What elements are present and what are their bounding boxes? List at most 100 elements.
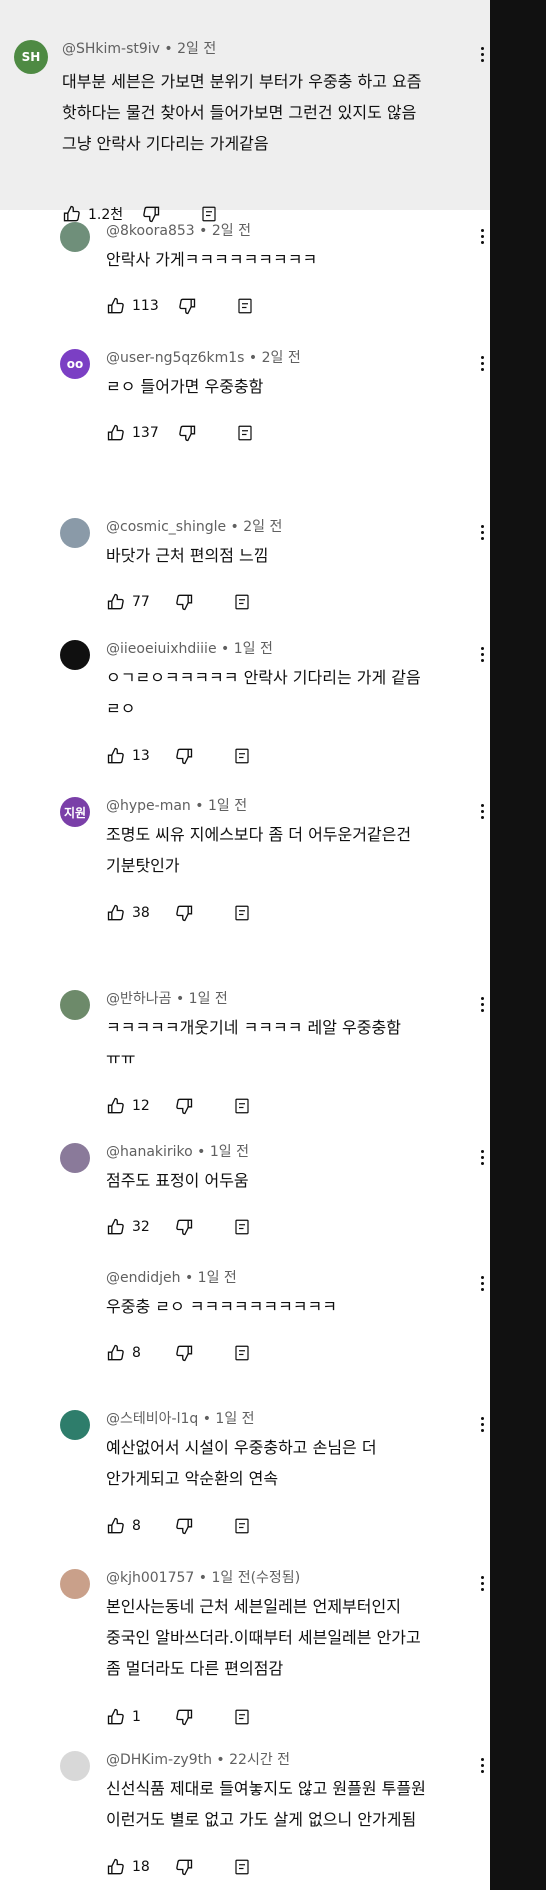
thumbs-down-icon[interactable] xyxy=(174,1857,194,1877)
avatar[interactable] xyxy=(60,222,90,252)
more-options-icon[interactable] xyxy=(472,799,492,823)
comment-text: 예산없어서 시설이 우중충하고 손님은 더안가게되고 악순환의 연속 xyxy=(106,1432,484,1494)
comment-text-line: 이런거도 별로 없고 가도 살게 없으니 안가게됨 xyxy=(106,1810,417,1829)
comment-text: 우중충 ㄹㅇ ㅋㅋㅋㅋㅋㅋㅋㅋㅋㅋ xyxy=(106,1291,484,1322)
comment-author-handle[interactable]: @kjh001757 • 1일 전(수정됨) xyxy=(106,1567,300,1587)
more-options-icon[interactable] xyxy=(472,520,492,544)
comment-author-handle[interactable]: @cosmic_shingle • 2일 전 xyxy=(106,516,282,536)
more-options-icon[interactable] xyxy=(472,42,492,66)
more-options-icon[interactable] xyxy=(472,1145,492,1169)
comment-author-handle[interactable]: @user-ng5qz6km1s • 2일 전 xyxy=(106,347,301,367)
thumbs-up-icon[interactable] xyxy=(106,903,126,923)
comment-actions: 18 xyxy=(106,1855,252,1879)
avatar[interactable] xyxy=(60,640,90,670)
thumbs-up-icon[interactable] xyxy=(106,1217,126,1237)
thumbs-down-icon[interactable] xyxy=(174,1707,194,1727)
comment-text-line: 신선식품 제대로 들여놓지도 않고 원플원 투플원 xyxy=(106,1779,426,1798)
comment-author-handle[interactable]: @endidjeh • 1일 전 xyxy=(106,1267,237,1287)
comment-text-line: 안가게되고 악순환의 연속 xyxy=(106,1469,279,1488)
like-count: 13 xyxy=(132,748,150,764)
thumbs-up-icon[interactable] xyxy=(106,1857,126,1877)
comment-actions: 12 xyxy=(106,1094,252,1118)
more-options-icon[interactable] xyxy=(472,992,492,1016)
thumbs-up-icon[interactable] xyxy=(106,746,126,766)
comment-actions: 137 xyxy=(106,421,255,445)
comment-author-handle[interactable]: @스테비아-l1q • 1일 전 xyxy=(106,1408,255,1428)
avatar[interactable]: oo xyxy=(60,349,90,379)
like-count: 137 xyxy=(132,425,159,441)
comment-text: 본인사는동네 근처 세븐일레븐 언제부터인지 중국인 알바쓰더라.이때부터 세븐일… xyxy=(106,1591,484,1684)
comment-text-line: ㅇㄱㄹㅇㅋㅋㅋㅋㅋ 안락사 기다리는 가게 같음 xyxy=(106,668,421,687)
comment-author-handle[interactable]: @8koora853 • 2일 전 xyxy=(106,220,251,240)
comment-actions: 8 xyxy=(106,1341,252,1365)
thumbs-up-icon[interactable] xyxy=(106,1343,126,1363)
comment-author-handle[interactable]: @SHkim-st9iv • 2일 전 xyxy=(62,38,216,58)
avatar[interactable] xyxy=(60,1569,90,1599)
comment-author-handle[interactable]: @iieoeiuixhdiiie • 1일 전 xyxy=(106,638,273,658)
reply-icon[interactable] xyxy=(235,423,255,443)
reply-icon[interactable] xyxy=(232,1217,252,1237)
more-options-icon[interactable] xyxy=(472,1753,492,1777)
comment-text: ㄹㅇ 들어가면 우중충함 xyxy=(106,371,484,402)
reply-icon[interactable] xyxy=(232,1096,252,1116)
reply-icon[interactable] xyxy=(232,1343,252,1363)
comment-author-handle[interactable]: @DHKim-zy9th • 22시간 전 xyxy=(106,1749,290,1769)
comment-actions: 8 xyxy=(106,1514,252,1538)
comment-text-line: 대부분 세븐은 가보면 분위기 부터가 우중충 하고 요즘 xyxy=(62,72,422,91)
avatar[interactable] xyxy=(60,990,90,1020)
comment-author-handle[interactable]: @반하나곰 • 1일 전 xyxy=(106,988,228,1008)
more-options-icon[interactable] xyxy=(472,1571,492,1595)
like-count: 77 xyxy=(132,594,150,610)
thumbs-down-icon[interactable] xyxy=(174,1343,194,1363)
comment-text: 안락사 가게ㅋㅋㅋㅋㅋㅋㅋㅋㅋ xyxy=(106,244,484,275)
reply-icon[interactable] xyxy=(235,296,255,316)
comment-text: ㅋㅋㅋㅋㅋ개웃기네 ㅋㅋㅋㅋ 레알 우중충함 ㅠㅠ xyxy=(106,1012,484,1074)
reply-icon[interactable] xyxy=(232,1707,252,1727)
more-options-icon[interactable] xyxy=(472,351,492,375)
more-options-icon[interactable] xyxy=(472,1271,492,1295)
more-options-icon[interactable] xyxy=(472,224,492,248)
comment-text: 신선식품 제대로 들여놓지도 않고 원플원 투플원이런거도 별로 없고 가도 살… xyxy=(106,1773,484,1835)
thumbs-down-icon[interactable] xyxy=(174,1096,194,1116)
like-count: 38 xyxy=(132,905,150,921)
avatar[interactable]: 지원 xyxy=(60,797,90,827)
comment-actions: 38 xyxy=(106,901,252,925)
avatar[interactable] xyxy=(60,1143,90,1173)
avatar[interactable]: SH xyxy=(14,40,48,74)
comment-text-line: 조명도 씨유 지에스보다 좀 더 어두운거같은건 xyxy=(106,825,412,844)
right-dark-panel xyxy=(490,0,546,1890)
thumbs-down-icon[interactable] xyxy=(177,296,197,316)
thumbs-up-icon[interactable] xyxy=(106,592,126,612)
reply-icon[interactable] xyxy=(232,1516,252,1536)
thumbs-up-icon[interactable] xyxy=(106,423,126,443)
avatar[interactable] xyxy=(60,1751,90,1781)
thumbs-up-icon[interactable] xyxy=(106,1707,126,1727)
comment-text-line: 예산없어서 시설이 우중충하고 손님은 더 xyxy=(106,1438,377,1457)
reply-icon[interactable] xyxy=(232,903,252,923)
more-options-icon[interactable] xyxy=(472,642,492,666)
avatar[interactable] xyxy=(60,518,90,548)
comment-text-line: ㅋㅋㅋㅋㅋ개웃기네 ㅋㅋㅋㅋ 레알 우중충함 xyxy=(106,1018,401,1037)
thumbs-down-icon[interactable] xyxy=(174,1516,194,1536)
thumbs-down-icon[interactable] xyxy=(174,746,194,766)
thumbs-down-icon[interactable] xyxy=(174,1217,194,1237)
thumbs-up-icon[interactable] xyxy=(106,296,126,316)
comment-text-line: 안락사 가게ㅋㅋㅋㅋㅋㅋㅋㅋㅋ xyxy=(106,250,318,269)
comment-author-handle[interactable]: @hype-man • 1일 전 xyxy=(106,795,247,815)
like-count: 18 xyxy=(132,1859,150,1875)
reply-icon[interactable] xyxy=(232,1857,252,1877)
thumbs-down-icon[interactable] xyxy=(174,903,194,923)
more-options-icon[interactable] xyxy=(472,1412,492,1436)
comment-text: 바닷가 근처 편의점 느낌 xyxy=(106,540,484,571)
like-count: 12 xyxy=(132,1098,150,1114)
avatar[interactable] xyxy=(60,1410,90,1440)
comment-author-handle[interactable]: @hanakiriko • 1일 전 xyxy=(106,1141,249,1161)
thumbs-up-icon[interactable] xyxy=(62,204,82,224)
reply-icon[interactable] xyxy=(232,592,252,612)
thumbs-down-icon[interactable] xyxy=(174,592,194,612)
thumbs-up-icon[interactable] xyxy=(106,1096,126,1116)
thumbs-up-icon[interactable] xyxy=(106,1516,126,1536)
comment-text-line: 점주도 표정이 어두움 xyxy=(106,1171,249,1190)
thumbs-down-icon[interactable] xyxy=(177,423,197,443)
reply-icon[interactable] xyxy=(232,746,252,766)
